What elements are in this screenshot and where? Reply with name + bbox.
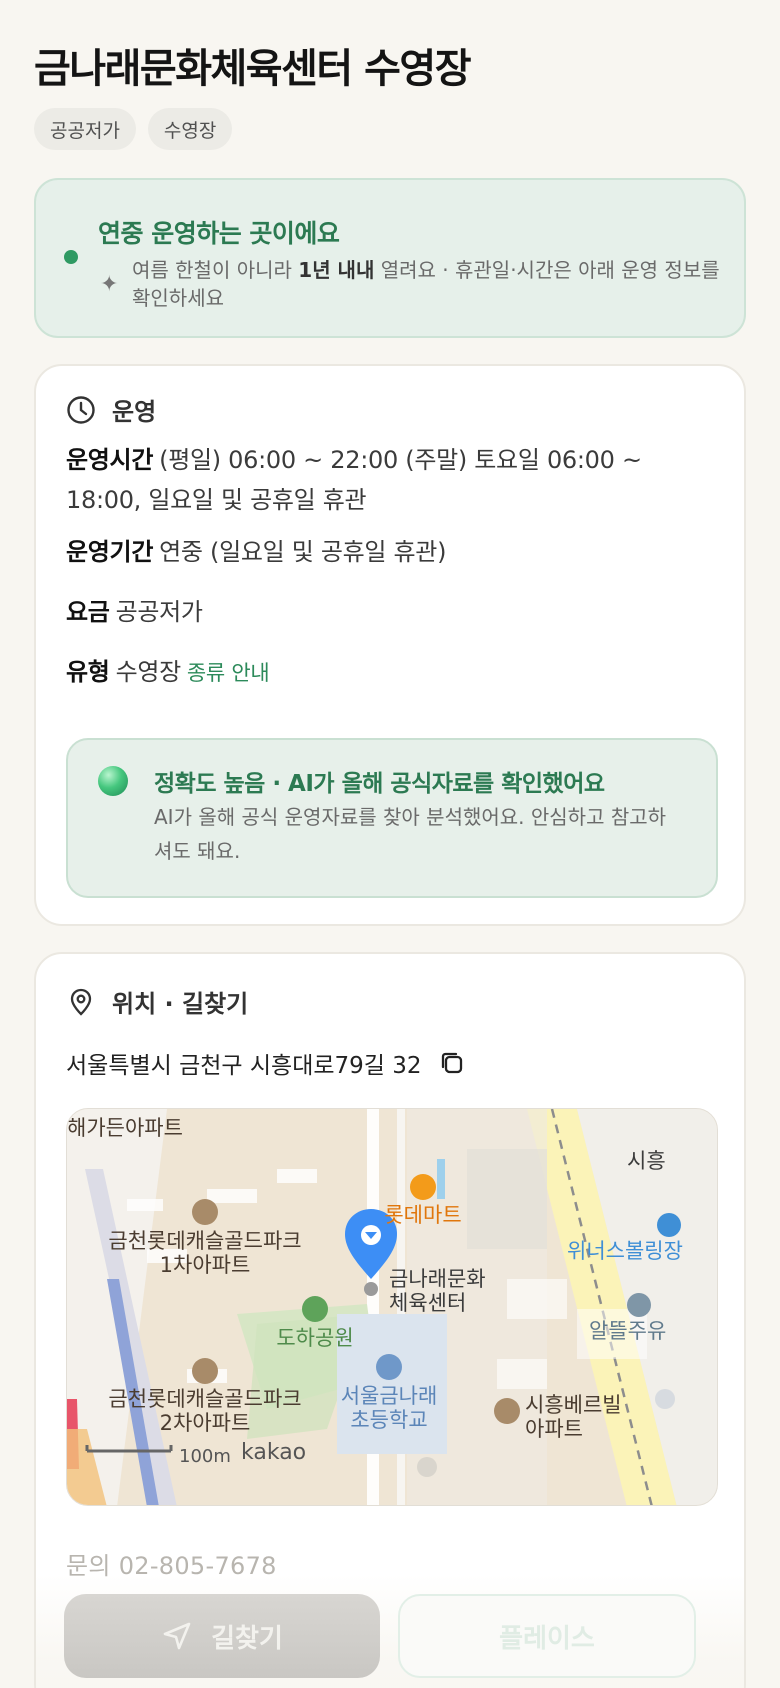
tag-type: 수영장 [147, 108, 233, 150]
operation-header-label: 운영 [112, 398, 157, 426]
map-brand-logo: kakao [241, 1440, 306, 1465]
period-label: 운영기간 [66, 538, 154, 566]
ai-orb-icon [98, 766, 128, 796]
map-label-apt2-line2: 2차아파트 [160, 1411, 251, 1435]
notice-subtitle: 여름 한철이 아니라 1년 내내 열려요 · 휴관일·시간은 아래 운영 정보를… [132, 258, 720, 310]
place-button-label: 플레이스 [499, 1623, 595, 1654]
page-title: 금나래문화체육센터 수영장 [34, 46, 472, 92]
location-card: 위치 · 길찾기 서울특별시 금천구 시흥대로79길 32 해가든아파트 금천롯… [34, 952, 746, 1688]
directions-button-label: 길찾기 [211, 1623, 283, 1654]
period-value: 연중 (일요일 및 공휴일 휴관) [159, 538, 447, 566]
map-label-school-line1: 서울금나래 [341, 1384, 438, 1408]
location-pin-icon [70, 988, 92, 1016]
clock-icon [67, 395, 95, 424]
tag-list: 공공저가 수영장 [34, 108, 233, 150]
address-text: 서울특별시 금천구 시흥대로79길 32 [66, 1053, 422, 1079]
period-row: 운영기간 연중 (일요일 및 공휴일 휴관) [66, 532, 706, 572]
type-label: 유형 [66, 658, 110, 686]
navigate-arrow-icon [163, 1622, 191, 1650]
fee-row: 요금 공공저가 [66, 592, 706, 632]
map-label-siheung: 시흥 [627, 1149, 666, 1173]
map-label-apt2-line1: 금천롯데캐슬골드파크 [108, 1387, 301, 1411]
hours-label: 운영시간 [66, 446, 154, 474]
map-label-center-line2: 체육센터 [389, 1291, 466, 1315]
copy-icon[interactable] [438, 1049, 466, 1077]
map-label-apt3-line2: 아파트 [525, 1417, 583, 1441]
notice-title: 연중 운영하는 곳이에요 [98, 219, 340, 248]
year-round-notice: 연중 운영하는 곳이에요 ✦ 여름 한철이 아니라 1년 내내 열려요 · 휴관… [34, 178, 746, 338]
hours-row: 운영시간 (평일) 06:00 ~ 22:00 (주말) 토요일 06:00 ~ … [66, 440, 706, 520]
map-label-bowling: 위너스볼링장 [567, 1239, 683, 1263]
location-map[interactable]: 해가든아파트 금천롯데캐슬골드파크 1차아파트 롯데마트 금나래문화 체육센터 … [66, 1108, 718, 1506]
map-label-park: 도하공원 [276, 1326, 353, 1350]
type-value: 수영장 [115, 658, 182, 686]
type-guide-link[interactable]: 종류 안내 [187, 661, 270, 685]
tag-price: 공공저가 [34, 108, 136, 150]
ai-accuracy-badge: 정확도 높음 · AI가 올해 공식자료를 확인했어요 AI가 올해 공식 운영… [66, 738, 718, 898]
operation-card: 운영 운영시간 (평일) 06:00 ~ 22:00 (주말) 토요일 06:00… [34, 364, 746, 926]
map-label-apt1-line2: 1차아파트 [160, 1253, 251, 1277]
location-header-label: 위치 · 길찾기 [112, 990, 249, 1018]
facility-detail-page: 금나래문화체육센터 수영장 공공저가 수영장 연중 운영하는 곳이에요 ✦ 여름… [0, 0, 780, 1688]
map-label-center-line1: 금나래문화 [389, 1267, 486, 1291]
status-dot [64, 250, 78, 264]
sparkle-icon: ✦ [100, 272, 119, 297]
map-label-apt1-line1: 금천롯데캐슬골드파크 [108, 1229, 301, 1253]
fee-value: 공공저가 [115, 598, 203, 626]
place-button[interactable]: 플레이스 [398, 1594, 696, 1678]
directions-button[interactable]: 길찾기 [64, 1594, 380, 1678]
map-label-mart: 롯데마트 [384, 1203, 461, 1227]
map-label-apt3-line1: 시흥베르빌 [525, 1393, 622, 1417]
map-scale-label: 100m [179, 1446, 231, 1467]
address-row: 서울특별시 금천구 시흥대로79길 32 [66, 1046, 466, 1080]
type-row: 유형 수영장 종류 안내 [66, 652, 706, 693]
map-label-apt-top: 해가든아파트 [67, 1116, 183, 1140]
fee-label: 요금 [66, 598, 110, 626]
map-label-gas: 알뜰주유 [589, 1319, 666, 1343]
location-header: 위치 · 길찾기 [66, 984, 248, 1019]
ai-badge-title: 정확도 높음 · AI가 올해 공식자료를 확인했어요 [154, 771, 605, 797]
ai-badge-desc: AI가 올해 공식 운영자료를 찾아 분석했어요. 안심하고 참고하셔도 돼요. [154, 805, 667, 863]
map-label-school-line2: 초등학교 [350, 1408, 427, 1432]
operation-header: 운영 [66, 392, 156, 427]
